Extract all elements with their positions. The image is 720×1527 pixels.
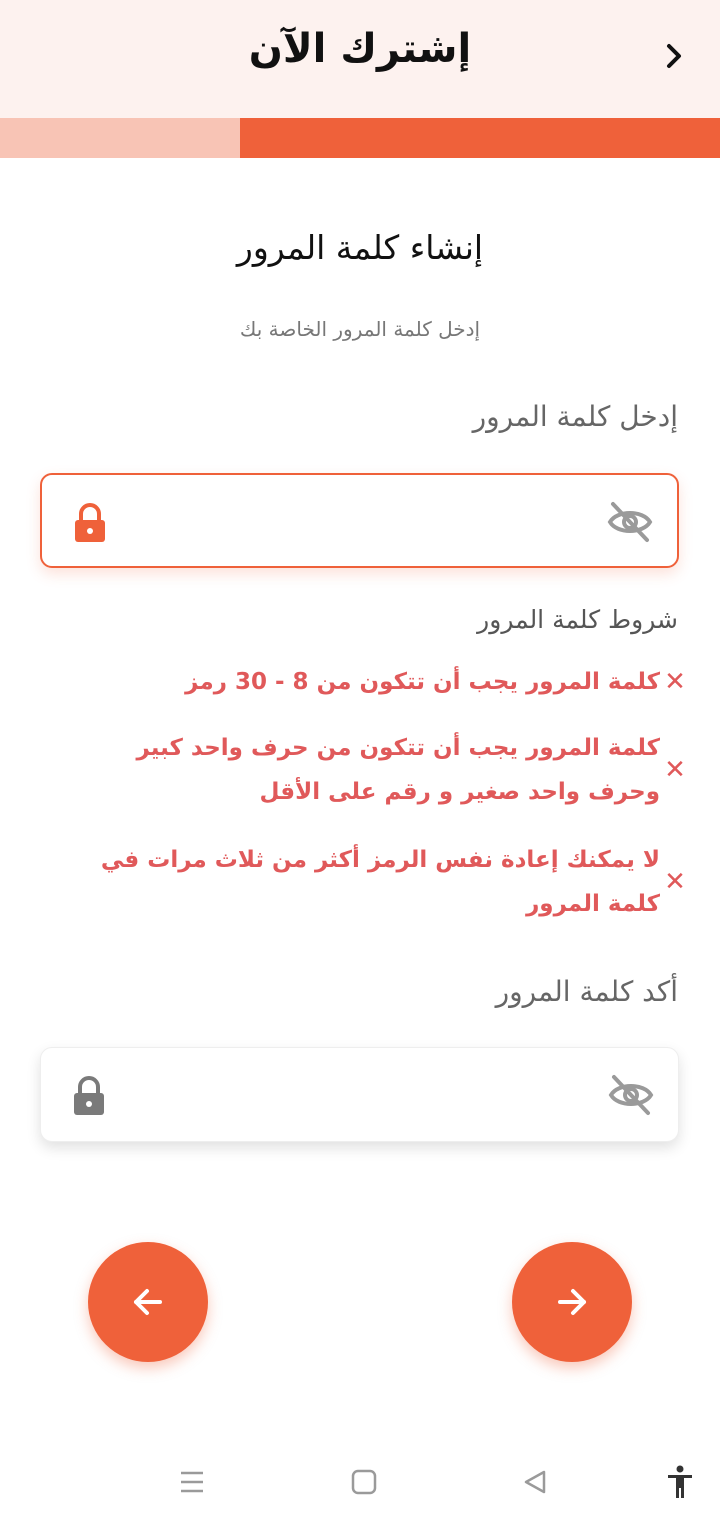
eye-off-icon[interactable] [608, 1073, 654, 1117]
accessibility-icon [668, 1465, 692, 1498]
password-rules-title: شروط كلمة المرور [477, 605, 678, 634]
close-icon: ✕ [664, 867, 686, 897]
nav-menu-button[interactable] [170, 1462, 214, 1502]
system-nav-bar [0, 1440, 720, 1527]
lock-icon [75, 503, 105, 542]
header-title: إشترك الآن [248, 26, 472, 72]
page-title: إنشاء كلمة المرور [236, 228, 484, 267]
rule-text: كلمة المرور يجب أن تتكون من 8 - 30 رمز [185, 669, 660, 695]
nav-accessibility-button[interactable] [658, 1462, 702, 1502]
progress-fill [239, 118, 720, 158]
password-input[interactable] [142, 497, 577, 547]
confirm-password-input[interactable] [141, 1070, 578, 1120]
rule-text: كلمة المرور يجب أن تتكون من حرف واحد كبي… [136, 735, 660, 805]
back-triangle-icon [524, 1470, 546, 1494]
password-rule-repeat: ✕ لا يمكنك إعادة نفس الرمز أكثر من ثلاث … [80, 838, 690, 926]
previous-step-button[interactable] [88, 1242, 208, 1362]
password-rule-length: ✕ كلمة المرور يجب أن تتكون من 8 - 30 رمز [80, 660, 690, 704]
app-header: إشترك الآن [0, 0, 720, 118]
chevron-right-icon [667, 44, 681, 68]
back-button[interactable] [656, 36, 692, 76]
confirm-password-field [40, 1047, 679, 1142]
password-rule-case-digit: ✕ كلمة المرور يجب أن تتكون من حرف واحد ك… [80, 726, 690, 814]
confirm-password-label: أكد كلمة المرور [495, 975, 678, 1008]
nav-home-button[interactable] [342, 1462, 386, 1502]
close-icon: ✕ [664, 667, 686, 697]
password-label: إدخل كلمة المرور [472, 400, 678, 433]
next-step-button[interactable] [512, 1242, 632, 1362]
home-square-icon [351, 1469, 377, 1495]
page-subtitle: إدخل كلمة المرور الخاصة بك [239, 317, 481, 341]
signup-progress-bar [0, 118, 720, 158]
lock-icon [74, 1076, 104, 1115]
menu-icon [181, 1471, 203, 1493]
nav-back-button[interactable] [513, 1462, 557, 1502]
close-icon: ✕ [664, 755, 686, 785]
rule-text: لا يمكنك إعادة نفس الرمز أكثر من ثلاث مر… [100, 847, 660, 917]
eye-off-icon[interactable] [607, 500, 653, 544]
password-field [40, 473, 679, 568]
arrow-left-icon [134, 1289, 162, 1315]
arrow-right-icon [558, 1289, 586, 1315]
